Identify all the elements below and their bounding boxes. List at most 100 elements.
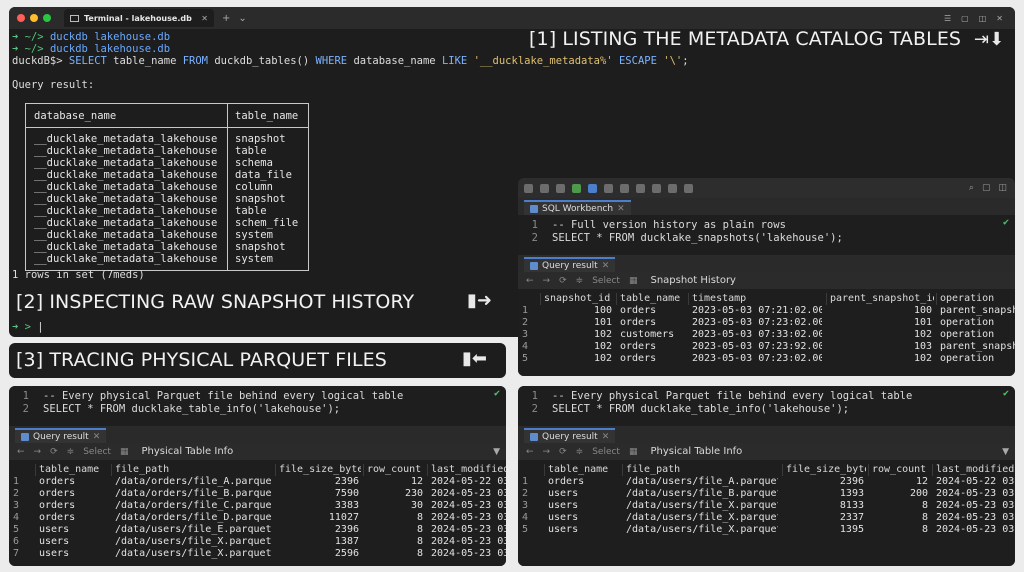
query-result-label: Query result:	[12, 79, 95, 91]
sql-editor[interactable]: 1 -- Every physical Parquet file behind e…	[518, 386, 1015, 426]
filter-icon[interactable]: ▼	[1002, 447, 1009, 457]
table-row[interactable]: 6 users/data/users/file_X.parquet 1387 8 202…	[9, 536, 506, 548]
column-header[interactable]: last_modified	[431, 464, 506, 476]
final-prompt-line[interactable]: ➜ > |	[12, 321, 44, 333]
column-header[interactable]: file_size_bytes	[786, 464, 866, 476]
new-script-icon[interactable]	[524, 183, 533, 193]
column-header[interactable]: operation	[940, 293, 1015, 305]
terminal-tab[interactable]: Terminal - lakehouse.db ✕	[64, 9, 214, 27]
refresh-icon[interactable]: ⟳	[559, 276, 567, 286]
settings-icon[interactable]	[684, 183, 693, 193]
tab-sql-workbench[interactable]: SQL Workbench ✕	[524, 200, 631, 215]
close-window-button[interactable]	[17, 14, 25, 22]
sql-editor[interactable]: 1 -- Full version history as plain rows 2…	[518, 215, 1015, 255]
format-icon[interactable]	[636, 183, 645, 193]
split-icon[interactable]: ◫	[979, 14, 987, 23]
select-dropdown[interactable]: Select	[83, 447, 111, 457]
database-icon[interactable]	[588, 183, 597, 193]
layout-icon[interactable]: ▢	[982, 183, 991, 193]
refresh-icon[interactable]: ⟳	[559, 447, 567, 457]
tab-label: Query result	[542, 431, 598, 442]
column-header[interactable]: table_name	[39, 464, 109, 476]
snapshot-result-grid[interactable]: snapshot_id table_name timestamp parent_sna…	[518, 289, 1015, 376]
maximize-window-button[interactable]	[43, 14, 51, 22]
table-row[interactable]: 3 102 customers 2023-05-03 07:33:02.000 102 o…	[518, 329, 1015, 341]
table-row[interactable]: 4 users/data/users/file_X.parquet 2337 8 202…	[518, 512, 1015, 524]
table-row[interactable]: 4 orders/data/orders/file_D.parquet 11027 8…	[9, 512, 506, 524]
restore-icon[interactable]: ▢	[961, 14, 969, 23]
close-tab-icon[interactable]: ✕	[201, 14, 208, 23]
right-result-grid[interactable]: table_name file_path file_size_bytes row_co…	[518, 460, 1015, 566]
tab-query-result[interactable]: Query result ✕	[524, 428, 616, 443]
tab-query-result[interactable]: Query result ✕	[15, 428, 107, 443]
column-divider	[540, 293, 541, 305]
table-row[interactable]: 5 users/data/users/file_X.parquet 1395 8 202…	[518, 524, 1015, 536]
refresh-icon[interactable]: ⟳	[50, 447, 58, 457]
filter-rows-icon[interactable]: ≑	[576, 447, 584, 457]
select-dropdown[interactable]: Select	[592, 447, 620, 457]
column-header[interactable]: timestamp	[692, 293, 824, 305]
left-result-grid[interactable]: table_name file_path file_size_bytes row_co…	[9, 460, 506, 566]
close-tab-icon[interactable]: ✕	[617, 204, 625, 214]
column-header[interactable]: table_name	[620, 293, 686, 305]
run-icon[interactable]	[556, 183, 565, 193]
table-cell: 2024-05-23 03	[936, 500, 1015, 511]
table-row[interactable]: 2 101 orders 2023-05-03 07:23:02.000 101 oper…	[518, 317, 1015, 329]
search-icon[interactable]: ⌕	[969, 183, 974, 193]
table-row[interactable]: 1 100 orders 2023-05-03 07:21:02.000 100 pare…	[518, 305, 1015, 317]
close-icon[interactable]: ✕	[996, 14, 1003, 23]
table-row[interactable]: 3 orders/data/orders/file_C.parquet 3383 30…	[9, 500, 506, 512]
zoom-icon[interactable]	[604, 183, 613, 193]
back-arrow-icon[interactable]: ←	[526, 447, 534, 457]
table-view-icon[interactable]: ▦	[629, 276, 638, 286]
save-icon[interactable]	[540, 183, 549, 193]
filter-icon[interactable]: ▼	[493, 447, 500, 457]
column-header[interactable]: table_name	[548, 464, 620, 476]
new-tab-icon[interactable]: +	[222, 13, 230, 24]
column-header[interactable]: row_count	[872, 464, 930, 476]
panel-icon[interactable]: ◫	[998, 183, 1007, 193]
table-row[interactable]: 5 102 orders 2023-05-03 07:23:02.000 102 oper…	[518, 353, 1015, 365]
left-workbench-window: 1 -- Every physical Parquet file behind e…	[9, 386, 506, 566]
table-view-icon[interactable]: ▦	[629, 447, 638, 457]
minimize-window-button[interactable]	[30, 14, 38, 22]
close-tab-icon[interactable]: ✕	[602, 261, 610, 271]
forward-arrow-icon[interactable]: →	[543, 276, 551, 286]
sql-editor[interactable]: 1 -- Every physical Parquet file behind e…	[9, 386, 506, 426]
back-arrow-icon[interactable]: ←	[17, 447, 25, 457]
table-row[interactable]: 3 users/data/users/file_X.parquet 8133 8 202…	[518, 500, 1015, 512]
column-header[interactable]: last_modified	[936, 464, 1015, 476]
column-header[interactable]: snapshot_id	[544, 293, 614, 305]
explain-icon[interactable]	[620, 183, 629, 193]
column-header[interactable]: file_path	[115, 464, 273, 476]
table-row[interactable]: 2 users/data/users/file_B.parquet 1393 200 2…	[518, 488, 1015, 500]
column-header[interactable]: parent_snapshot_id	[830, 293, 934, 305]
close-tab-icon[interactable]: ✕	[93, 432, 101, 442]
heading-section-1: [1] LISTING THE METADATA CATALOG TABLES	[529, 28, 962, 50]
table-row[interactable]: 1 orders/data/orders/file_A.parquet 2396 12…	[9, 476, 506, 488]
close-tab-icon[interactable]: ✕	[602, 432, 610, 442]
forward-arrow-icon[interactable]: →	[34, 447, 42, 457]
back-arrow-icon[interactable]: ←	[526, 276, 534, 286]
menu-icon[interactable]: ☰	[944, 14, 951, 23]
table-row[interactable]: 4 102 orders 2023-05-03 07:23:92.000 103 pare…	[518, 341, 1015, 353]
column-header[interactable]: row_count	[367, 464, 425, 476]
column-header[interactable]: file_size_bytes	[279, 464, 361, 476]
column-header[interactable]: file_path	[626, 464, 780, 476]
table-row[interactable]: 1 orders/data/users/file_A.parquet 2396 12 2…	[518, 476, 1015, 488]
select-dropdown[interactable]: Select	[592, 276, 620, 286]
filter-rows-icon[interactable]: ≑	[576, 276, 584, 286]
commit-icon[interactable]	[572, 183, 581, 193]
history-icon[interactable]	[652, 183, 661, 193]
table-row[interactable]: 5 users/data/users/file_E.parquet 2396 8 202…	[9, 524, 506, 536]
tab-menu-chevron-icon[interactable]: ⌄	[238, 13, 246, 24]
export-icon[interactable]	[668, 183, 677, 193]
filter-rows-icon[interactable]: ≑	[67, 447, 75, 457]
table-view-icon[interactable]: ▦	[120, 447, 129, 457]
forward-arrow-icon[interactable]: →	[543, 447, 551, 457]
table-row[interactable]: 7 users/data/users/file_X.parquet 2596 8 202…	[9, 548, 506, 560]
tab-query-result[interactable]: Query result ✕	[524, 257, 616, 272]
code-line: 2 SELECT * FROM ducklake_table_info('lake…	[9, 403, 506, 415]
code-line: 1 -- Every physical Parquet file behind e…	[518, 390, 1015, 402]
table-row[interactable]: 2 orders/data/orders/file_B.parquet 7590 23…	[9, 488, 506, 500]
